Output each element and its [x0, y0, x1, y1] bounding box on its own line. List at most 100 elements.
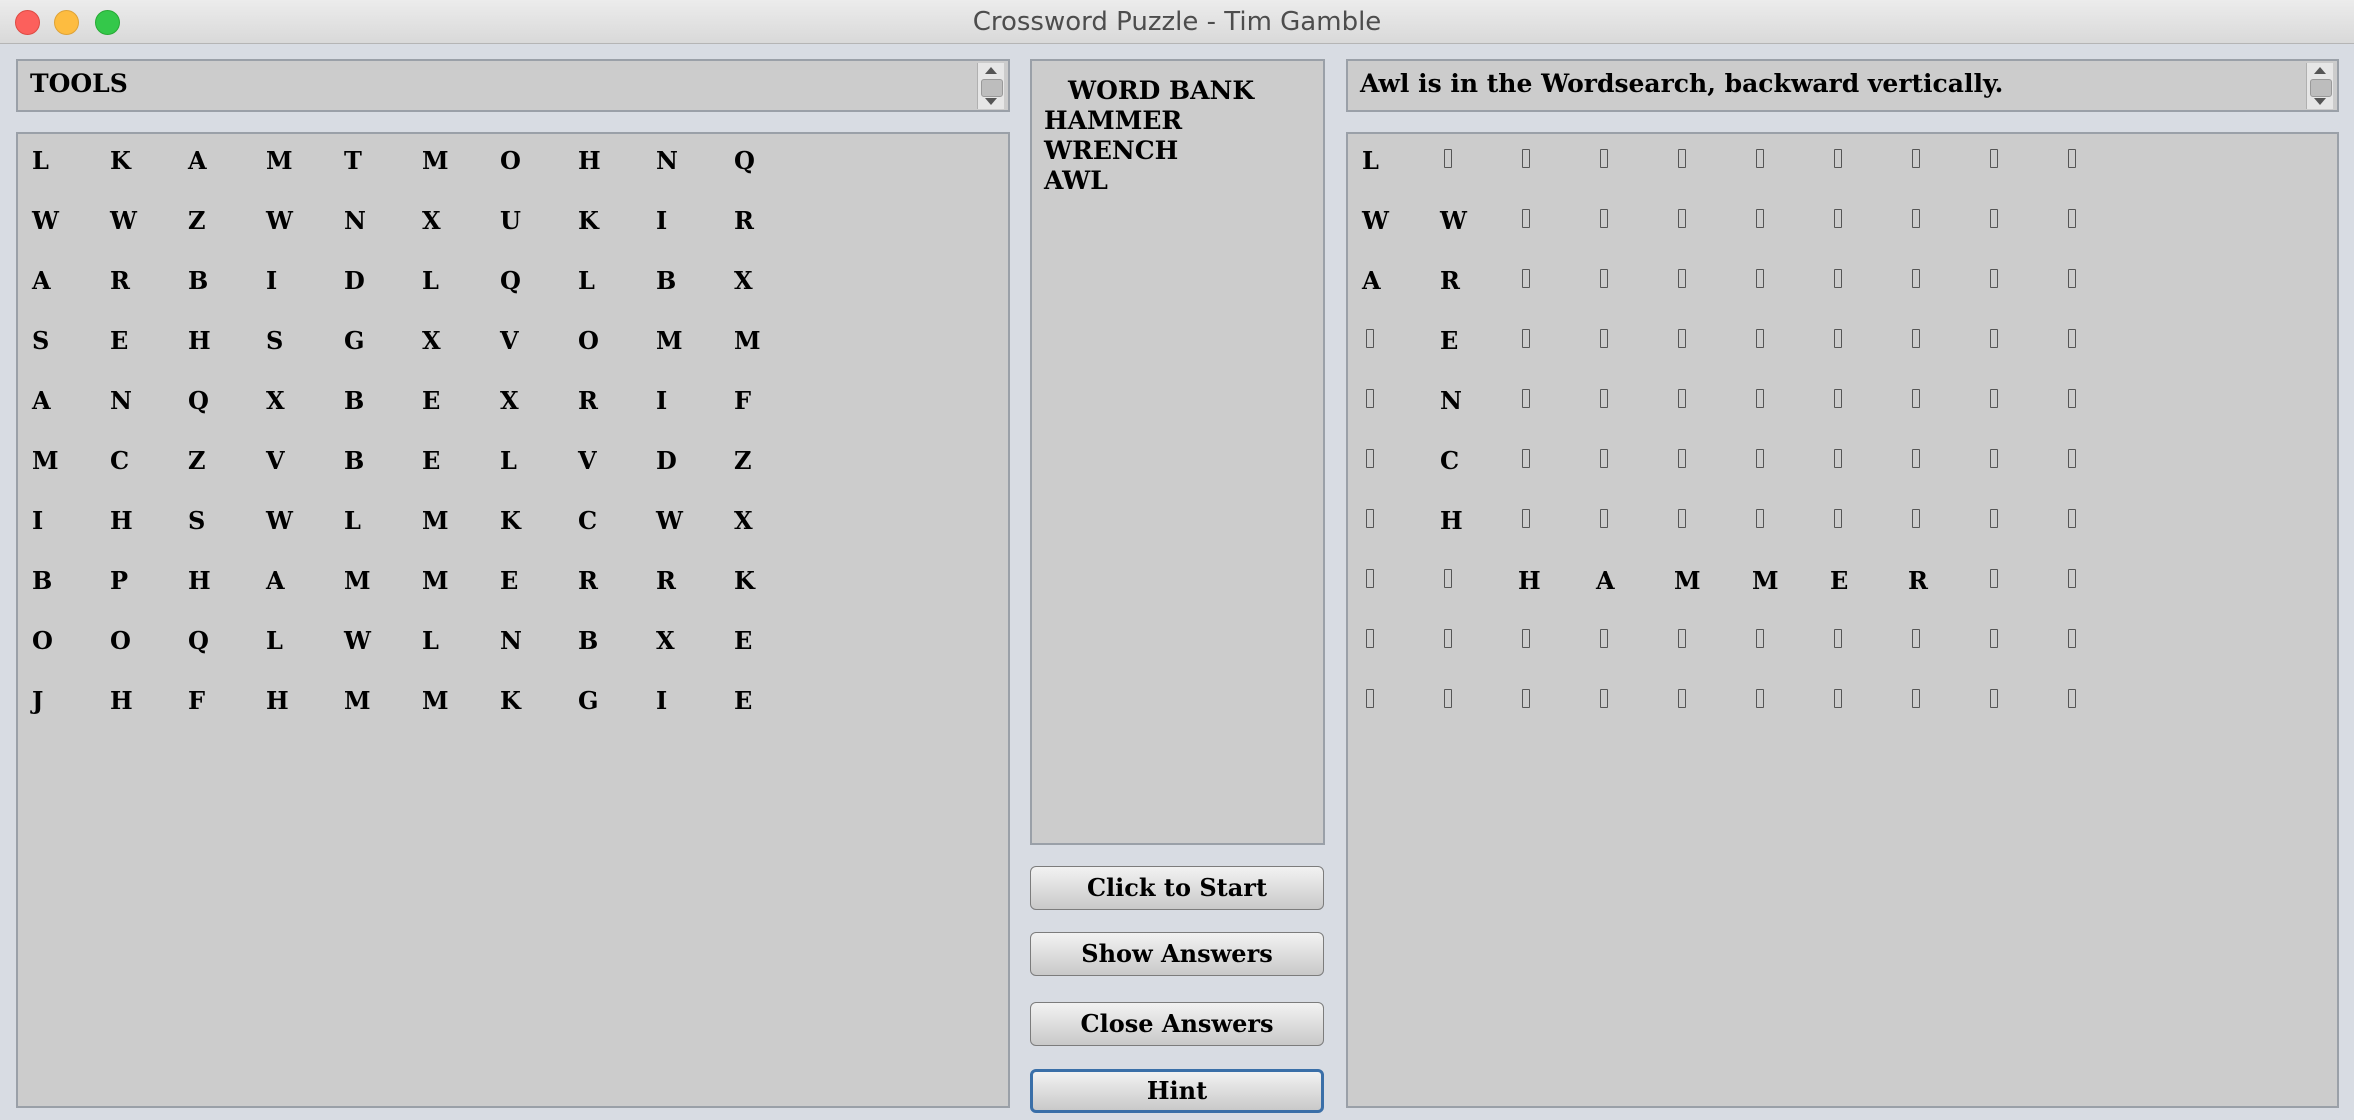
empty-cell-placeholder-icon: [1366, 446, 1426, 496]
grid-cell: T: [344, 146, 362, 175]
empty-cell-placeholder-icon: [1912, 626, 1972, 676]
grid-cell: N: [656, 146, 678, 175]
grid-cell: K: [578, 206, 599, 235]
empty-cell-placeholder-icon: [1366, 386, 1426, 436]
empty-cell-placeholder-icon: [1522, 626, 1582, 676]
hint-message-field[interactable]: Awl is in the Wordsearch, backward verti…: [1346, 59, 2339, 112]
grid-cell: P: [110, 566, 129, 595]
grid-cell: B: [32, 566, 53, 595]
grid-cell: L: [32, 146, 49, 175]
empty-cell-placeholder-icon: [1912, 146, 1972, 196]
empty-cell-placeholder-icon: [1834, 266, 1894, 316]
empty-cell-placeholder-icon: [1678, 326, 1738, 376]
hint-scrollbar[interactable]: [2306, 63, 2333, 109]
empty-cell-placeholder-icon: [1366, 686, 1426, 736]
empty-cell-placeholder-icon: [1990, 446, 2050, 496]
empty-cell-placeholder-icon: [2068, 686, 2128, 736]
grid-cell: I: [656, 206, 668, 235]
empty-cell-placeholder-icon: [1522, 266, 1582, 316]
empty-cell-placeholder-icon: [1834, 686, 1894, 736]
empty-cell-placeholder-icon: [2068, 626, 2128, 676]
grid-cell: X: [734, 506, 753, 535]
empty-cell-placeholder-icon: [1912, 446, 1972, 496]
empty-cell-placeholder-icon: [1678, 506, 1738, 556]
show-answers-button[interactable]: Show Answers: [1030, 932, 1324, 976]
grid-cell: I: [656, 686, 668, 715]
scroll-up-arrow-icon[interactable]: [2314, 67, 2326, 74]
empty-cell-placeholder-icon: [1756, 686, 1816, 736]
grid-cell: L: [344, 506, 361, 535]
empty-cell-placeholder-icon: [1366, 626, 1426, 676]
grid-cell: X: [734, 266, 753, 295]
grid-cell: H: [188, 566, 211, 595]
grid-cell: Q: [734, 146, 755, 175]
grid-cell: A: [188, 146, 207, 175]
scroll-down-arrow-icon[interactable]: [2314, 98, 2326, 105]
grid-cell: O: [32, 626, 53, 655]
empty-cell-placeholder-icon: [1756, 626, 1816, 676]
grid-cell: K: [500, 506, 521, 535]
empty-cell-placeholder-icon: [1522, 326, 1582, 376]
grid-cell: O: [578, 326, 599, 355]
empty-cell-placeholder-icon: [1834, 446, 1894, 496]
empty-cell-placeholder-icon: [1678, 386, 1738, 436]
empty-cell-placeholder-icon: [1522, 206, 1582, 256]
empty-cell-placeholder-icon: [1522, 506, 1582, 556]
grid-cell: X: [500, 386, 519, 415]
category-field[interactable]: TOOLS: [16, 59, 1010, 112]
empty-cell-placeholder-icon: [1912, 686, 1972, 736]
grid-cell: M: [734, 326, 761, 355]
scroll-down-arrow-icon[interactable]: [985, 98, 997, 105]
grid-cell: V: [266, 446, 285, 475]
empty-cell-placeholder-icon: [1756, 506, 1816, 556]
grid-cell: R: [110, 266, 130, 295]
empty-cell-placeholder-icon: [1834, 626, 1894, 676]
grid-cell: G: [344, 326, 365, 355]
grid-cell: O: [500, 146, 521, 175]
grid-cell: F: [734, 386, 752, 415]
grid-cell: Q: [188, 626, 209, 655]
empty-cell-placeholder-icon: [1678, 626, 1738, 676]
empty-cell-placeholder-icon: [1444, 686, 1504, 736]
category-scrollbar[interactable]: [977, 63, 1004, 109]
empty-cell-placeholder-icon: [1756, 386, 1816, 436]
empty-cell-placeholder-icon: [1912, 506, 1972, 556]
grid-cell: E: [1830, 566, 1849, 595]
grid-cell: H: [188, 326, 211, 355]
grid-cell: I: [32, 506, 44, 535]
grid-cell: S: [266, 326, 284, 355]
empty-cell-placeholder-icon: [1678, 446, 1738, 496]
empty-cell-placeholder-icon: [1990, 206, 2050, 256]
empty-cell-placeholder-icon: [2068, 266, 2128, 316]
scroll-thumb[interactable]: [981, 79, 1003, 97]
scroll-thumb[interactable]: [2310, 79, 2332, 97]
empty-cell-placeholder-icon: [2068, 326, 2128, 376]
grid-cell: H: [110, 506, 133, 535]
grid-cell: C: [1440, 446, 1460, 475]
word-bank-word: HAMMER: [1044, 106, 1183, 135]
empty-cell-placeholder-icon: [1990, 686, 2050, 736]
empty-cell-placeholder-icon: [1600, 326, 1660, 376]
empty-cell-placeholder-icon: [2068, 446, 2128, 496]
grid-cell: W: [656, 506, 683, 535]
empty-cell-placeholder-icon: [2068, 506, 2128, 556]
grid-cell: B: [188, 266, 209, 295]
grid-cell: K: [500, 686, 521, 715]
grid-cell: Q: [500, 266, 521, 295]
grid-cell: L: [422, 266, 439, 295]
hint-button[interactable]: Hint: [1030, 1069, 1324, 1113]
grid-cell: X: [422, 206, 441, 235]
grid-cell: F: [188, 686, 206, 715]
click-to-start-button[interactable]: Click to Start: [1030, 866, 1324, 910]
grid-cell: M: [656, 326, 683, 355]
grid-cell: M: [1752, 566, 1779, 595]
grid-cell: L: [266, 626, 283, 655]
close-answers-button[interactable]: Close Answers: [1030, 1002, 1324, 1046]
grid-cell: E: [734, 686, 753, 715]
empty-cell-placeholder-icon: [1756, 446, 1816, 496]
grid-cell: N: [344, 206, 366, 235]
word-bank-panel: WORD BANK HAMMER WRENCH AWL: [1030, 59, 1325, 845]
empty-cell-placeholder-icon: [2068, 146, 2128, 196]
scroll-up-arrow-icon[interactable]: [985, 67, 997, 74]
grid-cell: N: [1440, 386, 1462, 415]
